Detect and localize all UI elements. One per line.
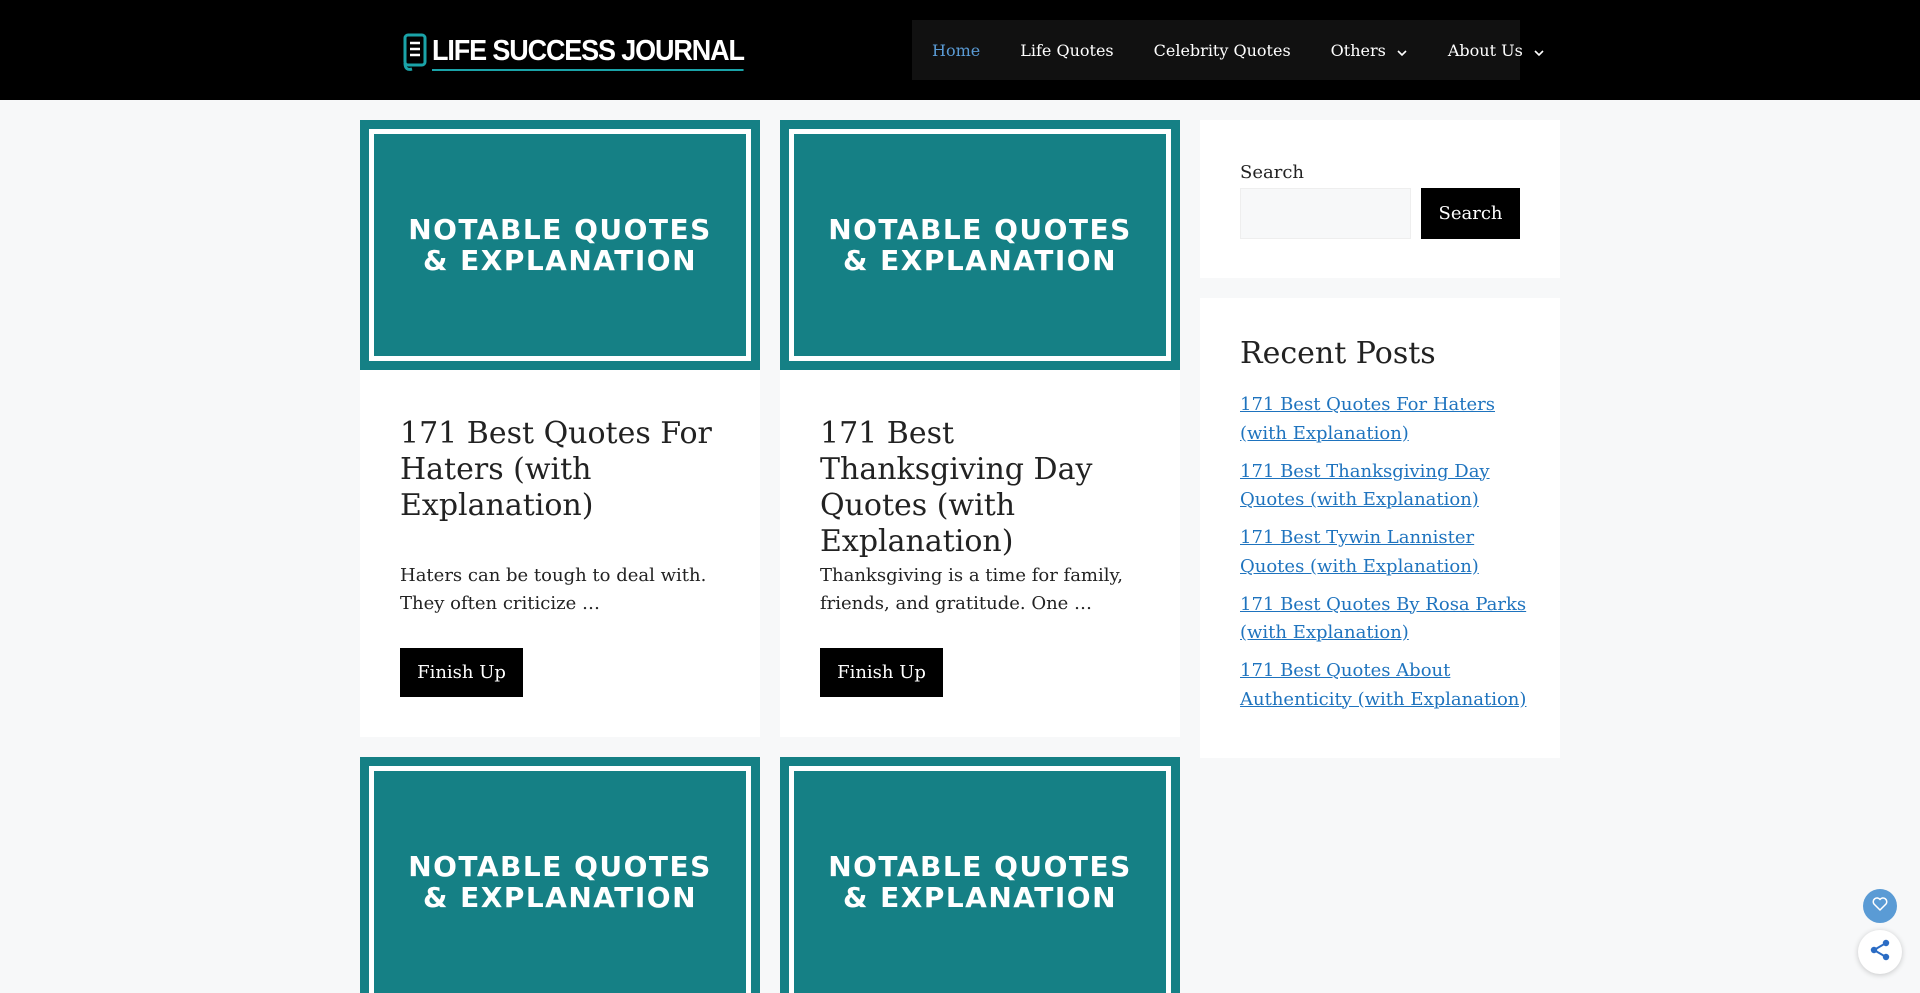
nav-item-celebrity-quotes[interactable]: Celebrity Quotes <box>1154 20 1291 80</box>
logo-text: LIFE SUCCESS JOURNAL <box>432 35 745 71</box>
nav-item-others[interactable]: Others <box>1331 20 1408 80</box>
thumbnail-line: & EXPLANATION <box>842 881 1118 914</box>
recent-post-link[interactable]: 171 Best Quotes About Authenticity (with… <box>1240 660 1526 710</box>
search-input[interactable] <box>1240 188 1411 239</box>
post-thumbnail[interactable]: NOTABLE QUOTES & EXPLANATION <box>360 120 760 370</box>
thumbnail-line: NOTABLE QUOTES <box>828 213 1132 246</box>
post-card: NOTABLE QUOTES & EXPLANATION <box>360 757 760 993</box>
recent-post-link[interactable]: 171 Best Quotes By Rosa Parks (with Expl… <box>1240 594 1526 644</box>
search-label: Search <box>1240 162 1304 183</box>
nav-label: Life Quotes <box>1020 40 1114 60</box>
chevron-down-icon <box>1396 44 1408 57</box>
thumbnail-line: & EXPLANATION <box>422 244 698 277</box>
thumbnail-line: NOTABLE QUOTES <box>828 850 1132 883</box>
search-button[interactable]: Search <box>1421 188 1520 239</box>
nav-item-life-quotes[interactable]: Life Quotes <box>1020 20 1113 80</box>
nav-label: Celebrity Quotes <box>1153 40 1291 60</box>
thumbnail-caption: NOTABLE QUOTES & EXPLANATION <box>784 851 1176 913</box>
post-thumbnail[interactable]: NOTABLE QUOTES & EXPLANATION <box>360 757 760 993</box>
thumbnail-caption: NOTABLE QUOTES & EXPLANATION <box>364 214 756 276</box>
thumbnail-line: & EXPLANATION <box>422 881 698 914</box>
post-excerpt: Thanksgiving is a time for family, frien… <box>820 565 1124 614</box>
list-item: 171 Best Quotes About Authenticity (with… <box>1240 657 1530 714</box>
recent-posts-widget: Recent Posts 171 Best Quotes For Haters … <box>1200 298 1560 758</box>
recent-post-link[interactable]: 171 Best Thanksgiving Day Quotes (with E… <box>1240 461 1490 511</box>
post-excerpt: Haters can be tough to deal with. They o… <box>400 565 707 614</box>
read-more-button[interactable]: Finish Up <box>400 648 523 697</box>
read-more-button[interactable]: Finish Up <box>820 648 943 697</box>
thumbnail-line: NOTABLE QUOTES <box>408 850 712 883</box>
nav-label: Home <box>932 40 981 60</box>
thumbnail-image: NOTABLE QUOTES & EXPLANATION <box>784 124 1176 366</box>
share-button[interactable] <box>1858 930 1902 974</box>
recent-posts-title: Recent Posts <box>1240 336 1436 371</box>
recent-posts-list: 171 Best Quotes For Haters (with Explana… <box>1240 391 1530 724</box>
list-item: 171 Best Quotes For Haters (with Explana… <box>1240 391 1530 448</box>
thumbnail-line: NOTABLE QUOTES <box>408 213 712 246</box>
thumbnail-image: NOTABLE QUOTES & EXPLANATION <box>784 761 1176 993</box>
nav-label: About Us <box>1447 40 1523 60</box>
site-logo[interactable]: LIFE SUCCESS JOURNAL <box>402 33 767 73</box>
list-item: 171 Best Thanksgiving Day Quotes (with E… <box>1240 458 1530 515</box>
post-title[interactable]: 171 Best Quotes For Haters (with Explana… <box>400 416 730 524</box>
post-card: NOTABLE QUOTES & EXPLANATION 171 Best Qu… <box>360 120 760 737</box>
post-card: NOTABLE QUOTES & EXPLANATION <box>780 757 1180 993</box>
thumbnail-image: NOTABLE QUOTES & EXPLANATION <box>364 124 756 366</box>
thumbnail-line: & EXPLANATION <box>842 244 1118 277</box>
share-icon <box>1868 938 1892 966</box>
recent-post-link[interactable]: 171 Best Tywin Lannister Quotes (with Ex… <box>1240 527 1479 577</box>
thumbnail-caption: NOTABLE QUOTES & EXPLANATION <box>784 214 1176 276</box>
list-item: 171 Best Quotes By Rosa Parks (with Expl… <box>1240 591 1530 648</box>
thumbnail-caption: NOTABLE QUOTES & EXPLANATION <box>364 851 756 913</box>
list-item: 171 Best Tywin Lannister Quotes (with Ex… <box>1240 524 1530 581</box>
nav-label: Others <box>1330 40 1386 60</box>
heart-icon <box>1871 895 1889 917</box>
search-widget: Search Search <box>1200 120 1560 278</box>
main-nav: Home Life Quotes Celebrity Quotes Others… <box>912 20 1544 80</box>
recent-post-link[interactable]: 171 Best Quotes For Haters (with Explana… <box>1240 394 1495 444</box>
nav-item-home[interactable]: Home <box>932 20 980 80</box>
post-title[interactable]: 171 Best Thanksgiving Day Quotes (with E… <box>820 416 1150 560</box>
favorite-button[interactable] <box>1863 889 1897 923</box>
post-thumbnail[interactable]: NOTABLE QUOTES & EXPLANATION <box>780 120 1180 370</box>
site-header: LIFE SUCCESS JOURNAL Home Life Quotes Ce… <box>0 0 1920 100</box>
logo-document-icon <box>402 33 428 73</box>
post-thumbnail[interactable]: NOTABLE QUOTES & EXPLANATION <box>780 757 1180 993</box>
thumbnail-image: NOTABLE QUOTES & EXPLANATION <box>364 761 756 993</box>
post-card: NOTABLE QUOTES & EXPLANATION 171 Best Th… <box>780 120 1180 737</box>
nav-item-about-us[interactable]: About Us <box>1448 20 1545 80</box>
chevron-down-icon <box>1533 44 1545 57</box>
